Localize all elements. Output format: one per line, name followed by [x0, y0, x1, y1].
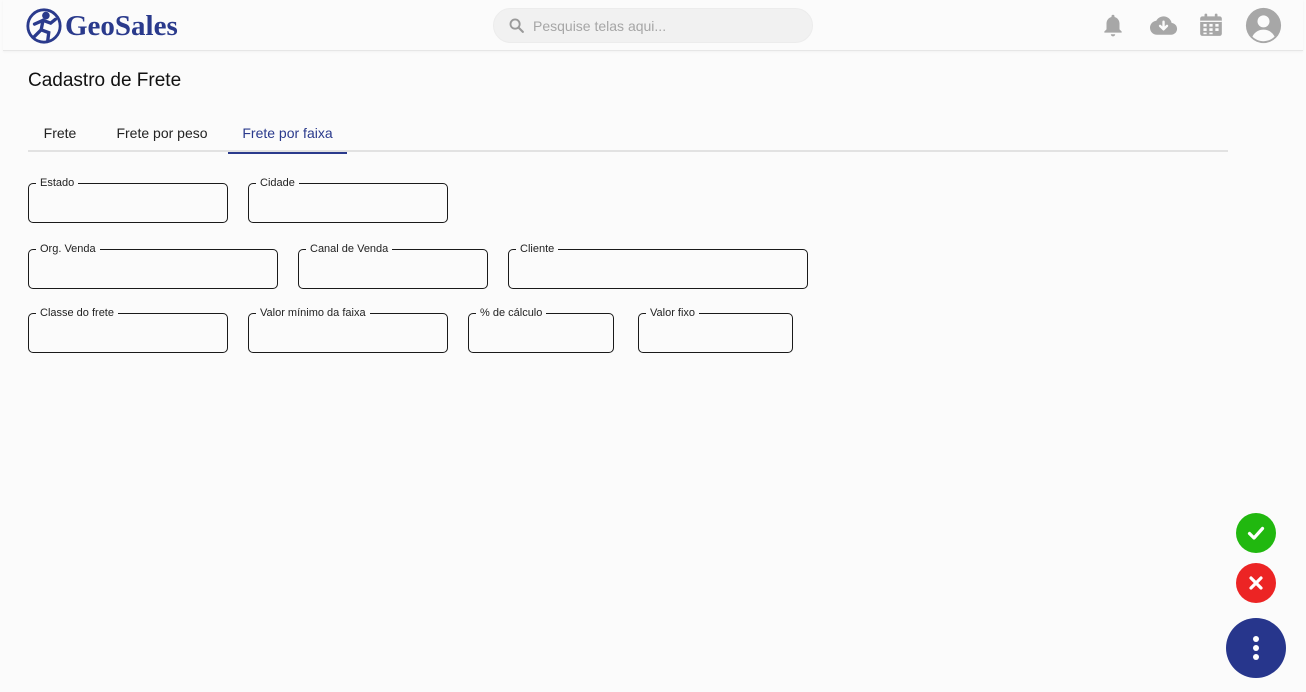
valor-fixo-label: Valor fixo [646, 307, 700, 320]
tab-frete-por-faixa[interactable]: Frete por faixa [228, 113, 347, 154]
estado-label: Estado [36, 177, 79, 190]
avatar-icon [1245, 7, 1282, 44]
canal-venda-input[interactable] [309, 261, 477, 281]
tab-frete[interactable]: Frete [28, 113, 92, 152]
cliente-field[interactable]: Cliente [508, 243, 808, 289]
pct-calculo-label: % de cálculo [476, 307, 547, 320]
cliente-input[interactable] [519, 261, 797, 281]
cloud-download-icon [1150, 16, 1178, 35]
more-vertical-icon [1253, 636, 1259, 660]
estado-field[interactable]: Estado [28, 177, 228, 223]
tab-frete-por-peso[interactable]: Frete por peso [100, 113, 224, 152]
download-button[interactable] [1148, 12, 1178, 38]
search-input[interactable] [533, 17, 803, 34]
valor-minimo-input[interactable] [259, 325, 437, 345]
check-icon [1247, 526, 1265, 540]
logo-text: GeoSales [65, 9, 178, 42]
pct-calculo-input[interactable] [479, 325, 603, 345]
estado-input[interactable] [39, 195, 217, 215]
cancel-button[interactable] [1236, 563, 1276, 603]
pct-calculo-field[interactable]: % de cálculo [468, 307, 614, 353]
more-actions-button[interactable] [1226, 618, 1286, 678]
cidade-label: Cidade [256, 177, 299, 190]
page-title: Cadastro de Frete [28, 70, 182, 91]
canal-venda-field[interactable]: Canal de Venda [298, 243, 488, 289]
confirm-button[interactable] [1236, 513, 1276, 553]
tab-bar: Frete Frete por peso Frete por faixa [28, 113, 1228, 154]
logo[interactable]: GeoSales [25, 7, 178, 45]
cidade-field[interactable]: Cidade [248, 177, 448, 223]
cidade-input[interactable] [259, 195, 437, 215]
notifications-button[interactable] [1100, 12, 1126, 38]
valor-minimo-label: Valor mínimo da faixa [256, 307, 370, 320]
org-venda-label: Org. Venda [36, 243, 100, 256]
classe-frete-input[interactable] [39, 325, 217, 345]
org-venda-input[interactable] [39, 261, 267, 281]
logo-runner-icon [26, 8, 62, 44]
search-box[interactable] [493, 8, 813, 43]
cliente-label: Cliente [516, 243, 559, 256]
canal-venda-label: Canal de Venda [306, 243, 393, 256]
app-frame: GeoSales Pesquise telas aqui... Cadastro… [3, 0, 1303, 692]
user-avatar[interactable] [1245, 7, 1282, 44]
calendar-icon [1200, 13, 1222, 36]
valor-fixo-input[interactable] [649, 325, 782, 345]
search-icon [509, 18, 524, 33]
valor-fixo-field[interactable]: Valor fixo [638, 307, 793, 353]
calendar-button[interactable] [1198, 12, 1224, 38]
top-header: GeoSales [3, 0, 1303, 51]
classe-frete-label: Classe do frete [36, 307, 118, 320]
bell-icon [1104, 14, 1122, 37]
classe-frete-field[interactable]: Classe do frete [28, 307, 228, 353]
valor-minimo-field[interactable]: Valor mínimo da faixa [248, 307, 448, 353]
org-venda-field[interactable]: Org. Venda [28, 243, 278, 289]
close-icon [1249, 576, 1263, 590]
